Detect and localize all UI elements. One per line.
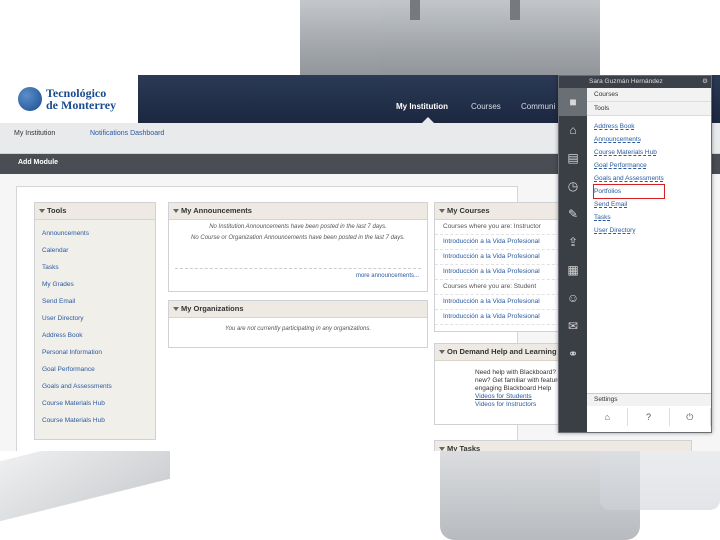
course-announcements-message: No Course or Organization Announcements …	[191, 235, 405, 241]
tools-link[interactable]: Course Materials Hub	[42, 415, 155, 432]
settings-section[interactable]: Settings	[587, 393, 711, 406]
tools-link[interactable]: Goals and Assessments	[42, 381, 155, 398]
course-link[interactable]: Introducción a la Vida Profesional	[435, 265, 565, 280]
courses-icon[interactable]: ▤	[559, 144, 587, 172]
menu-panel: Courses Tools Address Book Announcements…	[587, 88, 711, 432]
tools-module: Tools Announcements Calendar Tasks My Gr…	[34, 202, 156, 440]
courses-module: My Courses Courses where you are: Instru…	[434, 202, 566, 332]
organizations-module-title[interactable]: My Organizations	[169, 301, 427, 318]
tools-link[interactable]: Address Book	[42, 330, 155, 347]
tools-module-title[interactable]: Tools	[35, 203, 155, 220]
tab-courses[interactable]: Courses	[471, 102, 501, 111]
tools-link[interactable]: Goal Performance	[42, 364, 155, 381]
brand-text: Tecnológico de Monterrey	[46, 87, 116, 111]
tab-community[interactable]: Communi	[521, 102, 555, 111]
tools-section-header[interactable]: Tools	[587, 102, 711, 116]
logout-icon[interactable]: ⏻	[670, 408, 711, 426]
tools-link[interactable]: My Grades	[42, 279, 155, 296]
user-avatar-icon[interactable]: ■	[559, 88, 587, 116]
tab-my-institution[interactable]: My Institution	[396, 102, 448, 111]
courses-section-header[interactable]: Courses	[587, 88, 711, 102]
gear-icon[interactable]: ⚙	[702, 76, 708, 88]
divider	[175, 268, 421, 269]
notifications-icon[interactable]: ◷	[559, 172, 587, 200]
help-icon[interactable]: ?	[628, 408, 670, 426]
user-name[interactable]: Sara Guzmán Hernández ⚙	[559, 76, 711, 88]
course-link[interactable]: Introducción a la Vida Profesional	[435, 295, 565, 310]
home-icon[interactable]: ⌂	[587, 408, 629, 426]
institution-icon[interactable]: ⌂	[559, 116, 587, 144]
brand-logo[interactable]: Tecnológico de Monterrey	[0, 75, 138, 123]
menu-tool-link[interactable]: Announcements	[594, 133, 711, 146]
institution-announcements-message: No Institution Announcements have been p…	[209, 224, 387, 230]
tools-link[interactable]: Calendar	[42, 245, 155, 262]
course-role-label: Courses where you are: Instructor	[435, 220, 565, 235]
tools-link[interactable]: User Directory	[42, 313, 155, 330]
tools-link[interactable]: Tasks	[42, 262, 155, 279]
updates-icon[interactable]: ⇪	[559, 228, 587, 256]
videos-instructors-link[interactable]: Videos for Instructors	[435, 401, 565, 409]
menu-tool-link[interactable]: Goal Performance	[594, 159, 711, 172]
tasks-module: My Tasks	[434, 440, 692, 451]
menu-footer: ⌂ ? ⏻	[587, 408, 711, 426]
tasks-module-title[interactable]: My Tasks	[435, 441, 691, 451]
course-link[interactable]: Introducción a la Vida Profesional	[435, 310, 565, 325]
menu-rail: ■ ⌂ ▤ ◷ ✎ ⇪ ▦ ☺ ✉ ⚭	[559, 88, 587, 432]
messages-icon[interactable]: ✉	[559, 312, 587, 340]
videos-students-link[interactable]: Videos for Students	[435, 393, 565, 401]
tools-link[interactable]: Send Email	[42, 296, 155, 313]
menu-tool-link[interactable]: Course Materials Hub	[594, 146, 711, 159]
tools-link[interactable]: Personal Information	[42, 347, 155, 364]
user-name-text: Sara Guzmán Hernández	[589, 78, 663, 85]
network-icon[interactable]: ⚭	[559, 340, 587, 368]
more-announcements-link[interactable]: more announcements...	[356, 273, 419, 279]
blackboard-screenshot: Tecnológico de Monterrey My Institution …	[0, 75, 720, 451]
subnav-my-institution[interactable]: My Institution	[14, 130, 55, 137]
global-navigation-menu: Sara Guzmán Hernández ⚙ ■ ⌂ ▤ ◷ ✎ ⇪ ▦ ☺ …	[558, 75, 712, 433]
grades-icon[interactable]: ✎	[559, 200, 587, 228]
tools-list: Announcements Calendar Tasks My Grades S…	[35, 220, 155, 432]
organizations-message: You are not currently participating in a…	[224, 326, 372, 332]
help-module-title[interactable]: On Demand Help and Learning	[435, 344, 565, 361]
help-text: Need help with Blackboard? new? Get fami…	[475, 369, 565, 392]
course-link[interactable]: Introducción a la Vida Profesional	[435, 235, 565, 250]
courses-module-title[interactable]: My Courses	[435, 203, 565, 220]
add-module-button[interactable]: Add Module	[18, 159, 58, 166]
portfolios-link-highlighted[interactable]: Portfolios	[593, 184, 665, 199]
menu-tool-link[interactable]: Address Book	[594, 120, 711, 133]
menu-tools-list: Address Book Announcements Course Materi…	[587, 116, 711, 237]
people-icon[interactable]: ☺	[559, 284, 587, 312]
menu-tool-link[interactable]: Goals and Assessments	[594, 172, 711, 185]
course-role-label: Courses where you are: Student	[435, 280, 565, 295]
organizations-module: My Organizations You are not currently p…	[168, 300, 428, 348]
announcements-module-title[interactable]: My Announcements	[169, 203, 427, 220]
tools-link[interactable]: Announcements	[42, 228, 155, 245]
announcements-module: My Announcements No Institution Announce…	[168, 202, 428, 292]
help-module: On Demand Help and Learning Need help wi…	[434, 343, 566, 425]
menu-tool-link[interactable]: Send Email	[594, 198, 711, 211]
calendar-icon[interactable]: ▦	[559, 256, 587, 284]
subnav-notifications-dashboard[interactable]: Notifications Dashboard	[90, 130, 164, 137]
menu-tool-link[interactable]: User Directory	[594, 224, 711, 237]
tools-link[interactable]: Course Materials Hub	[42, 398, 155, 415]
course-link[interactable]: Introducción a la Vida Profesional	[435, 250, 565, 265]
globe-icon	[18, 87, 42, 111]
brand-line2: de Monterrey	[46, 98, 117, 112]
menu-tool-link[interactable]: Tasks	[594, 211, 711, 224]
